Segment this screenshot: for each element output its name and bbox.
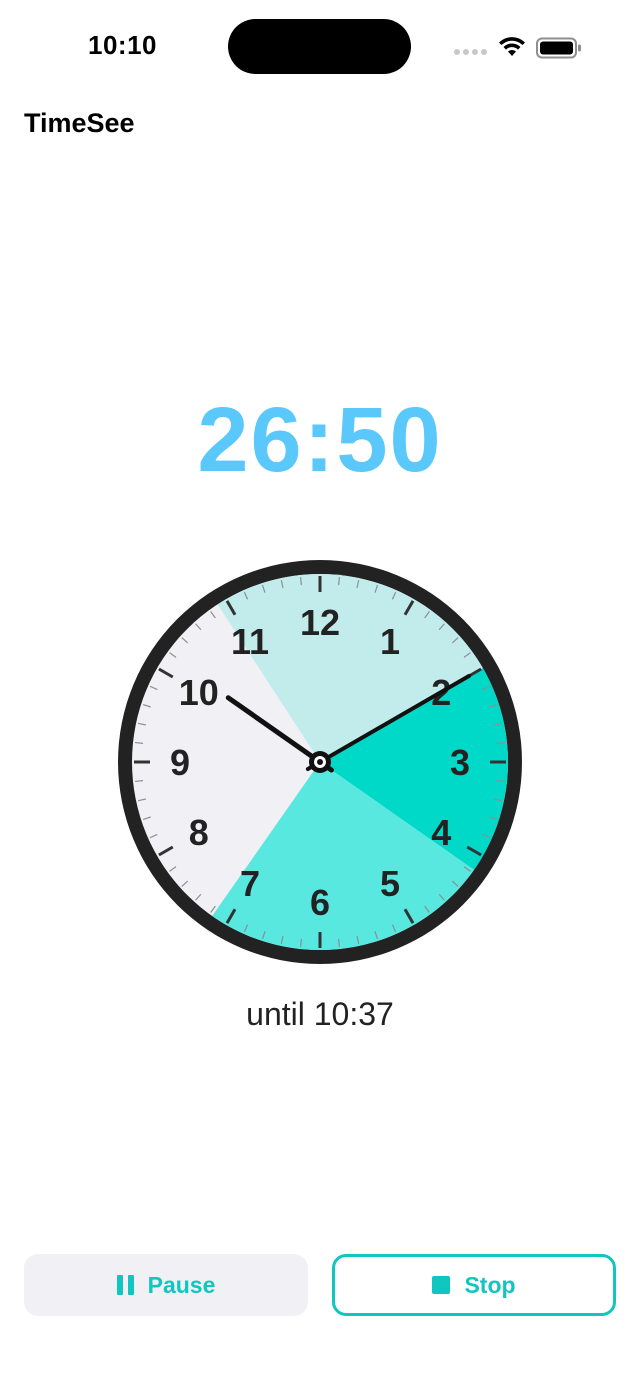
clock-minor-tick bbox=[338, 576, 341, 586]
clock-numeral-10: 10 bbox=[179, 672, 219, 713]
clock-center-pin bbox=[317, 759, 323, 765]
clock-numeral-7: 7 bbox=[240, 863, 260, 904]
stop-button-label: Stop bbox=[464, 1271, 516, 1298]
app-title: TimeSee bbox=[24, 108, 135, 138]
clock-minor-tick bbox=[338, 938, 341, 948]
clock-numeral-6: 6 bbox=[310, 882, 330, 923]
clock-minor-tick bbox=[299, 938, 302, 948]
clock-numeral-4: 4 bbox=[431, 812, 451, 853]
dynamic-island bbox=[228, 19, 411, 74]
wifi-icon bbox=[499, 37, 525, 56]
clock-minor-tick bbox=[134, 741, 144, 744]
clock-numeral-11: 11 bbox=[231, 621, 269, 662]
clock-minor-tick bbox=[299, 576, 302, 586]
clock-numeral-1: 1 bbox=[380, 621, 400, 662]
clock-numeral-9: 9 bbox=[170, 742, 190, 783]
cellular-signal-icon bbox=[454, 49, 487, 55]
clock-numeral-3: 3 bbox=[450, 742, 470, 783]
clock-numeral-5: 5 bbox=[380, 863, 400, 904]
clock-minor-tick bbox=[496, 780, 506, 783]
battery-icon bbox=[536, 37, 581, 59]
stop-icon bbox=[432, 1276, 451, 1294]
analog-clock: 121234567891011 bbox=[118, 560, 522, 964]
clock-minor-tick bbox=[496, 741, 506, 744]
status-bar-time: 10:10 bbox=[88, 30, 157, 60]
clock-numeral-8: 8 bbox=[189, 812, 209, 853]
pause-button-label: Pause bbox=[147, 1271, 216, 1298]
clock-numeral-12: 12 bbox=[300, 602, 340, 643]
end-time-label: until 10:37 bbox=[246, 996, 394, 1032]
countdown-display: 26:50 bbox=[197, 389, 443, 491]
clock-minor-tick bbox=[134, 780, 144, 783]
clock-face: 121234567891011 bbox=[118, 560, 522, 964]
pause-icon bbox=[116, 1275, 134, 1295]
stop-button[interactable]: Stop bbox=[332, 1254, 616, 1316]
pause-button[interactable]: Pause bbox=[24, 1254, 308, 1316]
